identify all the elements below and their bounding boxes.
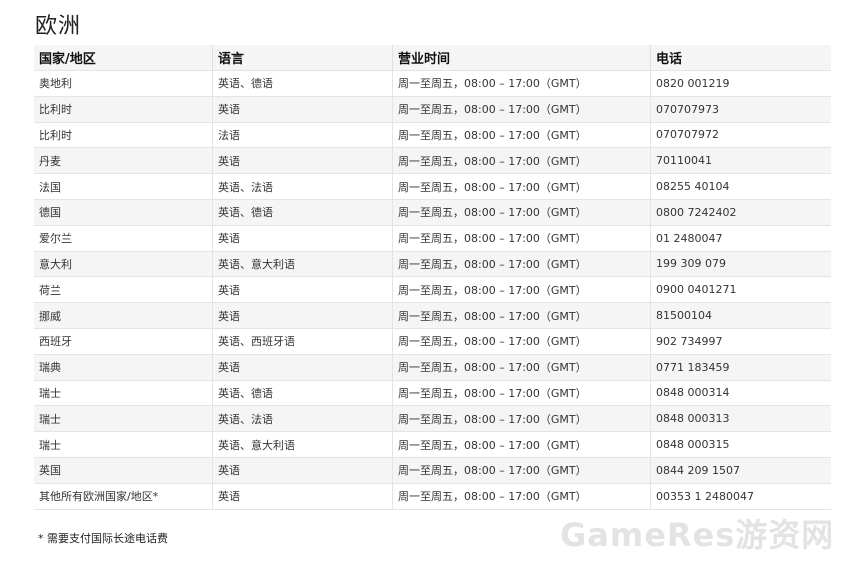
table-row: 比利时 法语 周一至周五，08:00 – 17:00（GMT） 070707972 [34, 121, 831, 148]
cell-phone: 0844 209 1507 [650, 456, 831, 484]
cell-language: 英语、意大利语 [212, 250, 393, 277]
table-row: 瑞典 英语 周一至周五，08:00 – 17:00（GMT） 0771 183459 [34, 353, 831, 381]
header-phone: 电话 [650, 45, 831, 71]
cell-phone: 199 309 079 [650, 250, 831, 277]
cell-language: 英语 [212, 353, 393, 381]
cell-language: 英语 [212, 147, 393, 174]
cell-country: 挪威 [34, 302, 213, 329]
cell-hours: 周一至周五，08:00 – 17:00（GMT） [392, 224, 651, 252]
cell-country: 爱尔兰 [34, 224, 213, 252]
table-row: 瑞士 英语、意大利语 周一至周五，08:00 – 17:00（GMT） 0848 00… [34, 431, 831, 458]
table-row: 比利时 英语 周一至周五，08:00 – 17:00（GMT） 070707973 [34, 95, 831, 123]
cell-language: 英语、法语 [212, 405, 393, 432]
cell-language: 英语 [212, 224, 393, 252]
cell-hours: 周一至周五，08:00 – 17:00（GMT） [392, 302, 651, 329]
contact-table: 国家/地区 语言 营业时间 电话 奥地利 英语、德语 周一至周五，08:00 – 1… [34, 45, 831, 510]
cell-language: 英语、德语 [212, 70, 393, 97]
cell-hours: 周一至周五，08:00 – 17:00（GMT） [392, 95, 651, 123]
cell-hours: 周一至周五，08:00 – 17:00（GMT） [392, 173, 651, 200]
cell-language: 英语 [212, 276, 393, 303]
table-row: 德国 英语、德语 周一至周五，08:00 – 17:00（GMT） 0800 7242… [34, 198, 831, 226]
header-language: 语言 [212, 45, 393, 71]
cell-phone: 070707973 [650, 95, 831, 123]
table-row: 挪威 英语 周一至周五，08:00 – 17:00（GMT） 81500104 [34, 302, 831, 329]
table-row: 西班牙 英语、西班牙语 周一至周五，08:00 – 17:00（GMT） 902 73… [34, 327, 831, 355]
cell-language: 法语 [212, 121, 393, 148]
header-country: 国家/地区 [34, 45, 213, 71]
footnote: * 需要支付国际长途电话费 [38, 532, 168, 545]
cell-phone: 01 2480047 [650, 224, 831, 252]
table-row: 瑞士 英语、德语 周一至周五，08:00 – 17:00（GMT） 0848 0003… [34, 379, 831, 406]
cell-hours: 周一至周五，08:00 – 17:00（GMT） [392, 405, 651, 432]
cell-language: 英语 [212, 456, 393, 484]
cell-language: 英语 [212, 302, 393, 329]
cell-country: 德国 [34, 198, 213, 226]
cell-phone: 00353 1 2480047 [650, 482, 831, 510]
page: 欧洲 国家/地区 语言 营业时间 电话 奥地利 英语、德语 周一至周五，08:00 … [0, 0, 865, 565]
cell-phone: 81500104 [650, 302, 831, 329]
cell-hours: 周一至周五，08:00 – 17:00（GMT） [392, 147, 651, 174]
cell-hours: 周一至周五，08:00 – 17:00（GMT） [392, 276, 651, 303]
table-row: 瑞士 英语、法语 周一至周五，08:00 – 17:00（GMT） 0848 0003… [34, 405, 831, 432]
cell-country: 瑞典 [34, 353, 213, 381]
cell-phone: 0848 000313 [650, 405, 831, 432]
cell-hours: 周一至周五，08:00 – 17:00（GMT） [392, 353, 651, 381]
cell-hours: 周一至周五，08:00 – 17:00（GMT） [392, 456, 651, 484]
cell-country: 瑞士 [34, 379, 213, 406]
header-row: 国家/地区 语言 营业时间 电话 [34, 45, 831, 71]
cell-hours: 周一至周五，08:00 – 17:00（GMT） [392, 250, 651, 277]
cell-phone: 0848 000314 [650, 379, 831, 406]
cell-country: 法国 [34, 173, 213, 200]
table-row: 荷兰 英语 周一至周五，08:00 – 17:00（GMT） 0900 0401271 [34, 276, 831, 303]
cell-language: 英语、法语 [212, 173, 393, 200]
cell-phone: 0771 183459 [650, 353, 831, 381]
table-row: 奥地利 英语、德语 周一至周五，08:00 – 17:00（GMT） 0820 001… [34, 70, 831, 97]
cell-language: 英语、德语 [212, 198, 393, 226]
cell-country: 英国 [34, 456, 213, 484]
cell-hours: 周一至周五，08:00 – 17:00（GMT） [392, 327, 651, 355]
cell-language: 英语、意大利语 [212, 431, 393, 458]
cell-phone: 0848 000315 [650, 431, 831, 458]
cell-phone: 70110041 [650, 147, 831, 174]
cell-phone: 08255 40104 [650, 173, 831, 200]
cell-hours: 周一至周五，08:00 – 17:00（GMT） [392, 482, 651, 510]
cell-phone: 0800 7242402 [650, 198, 831, 226]
cell-phone: 902 734997 [650, 327, 831, 355]
cell-country: 意大利 [34, 250, 213, 277]
cell-hours: 周一至周五，08:00 – 17:00（GMT） [392, 70, 651, 97]
cell-country: 荷兰 [34, 276, 213, 303]
table-row: 丹麦 英语 周一至周五，08:00 – 17:00（GMT） 70110041 [34, 147, 831, 174]
cell-country: 西班牙 [34, 327, 213, 355]
cell-country: 比利时 [34, 95, 213, 123]
cell-language: 英语、德语 [212, 379, 393, 406]
table-row: 英国 英语 周一至周五，08:00 – 17:00（GMT） 0844 209 150… [34, 456, 831, 484]
header-hours: 营业时间 [392, 45, 651, 71]
cell-country: 瑞士 [34, 431, 213, 458]
table-body: 奥地利 英语、德语 周一至周五，08:00 – 17:00（GMT） 0820 001… [34, 70, 831, 510]
cell-hours: 周一至周五，08:00 – 17:00（GMT） [392, 198, 651, 226]
cell-hours: 周一至周五，08:00 – 17:00（GMT） [392, 379, 651, 406]
table-header: 国家/地区 语言 营业时间 电话 [34, 45, 831, 71]
table-row: 意大利 英语、意大利语 周一至周五，08:00 – 17:00（GMT） 199 30… [34, 250, 831, 277]
cell-language: 英语、西班牙语 [212, 327, 393, 355]
table-row: 爱尔兰 英语 周一至周五，08:00 – 17:00（GMT） 01 2480047 [34, 224, 831, 252]
cell-phone: 070707972 [650, 121, 831, 148]
cell-country: 其他所有欧洲国家/地区* [34, 482, 213, 510]
watermark-logo: GameRes游资网 [560, 516, 835, 554]
cell-phone: 0820 001219 [650, 70, 831, 97]
cell-country: 丹麦 [34, 147, 213, 174]
cell-country: 比利时 [34, 121, 213, 148]
table-row: 其他所有欧洲国家/地区* 英语 周一至周五，08:00 – 17:00（GMT） 00… [34, 482, 831, 510]
cell-country: 瑞士 [34, 405, 213, 432]
cell-language: 英语 [212, 482, 393, 510]
cell-hours: 周一至周五，08:00 – 17:00（GMT） [392, 121, 651, 148]
cell-country: 奥地利 [34, 70, 213, 97]
cell-language: 英语 [212, 95, 393, 123]
page-title: 欧洲 [35, 14, 82, 39]
cell-hours: 周一至周五，08:00 – 17:00（GMT） [392, 431, 651, 458]
table-row: 法国 英语、法语 周一至周五，08:00 – 17:00（GMT） 08255 401… [34, 173, 831, 200]
cell-phone: 0900 0401271 [650, 276, 831, 303]
